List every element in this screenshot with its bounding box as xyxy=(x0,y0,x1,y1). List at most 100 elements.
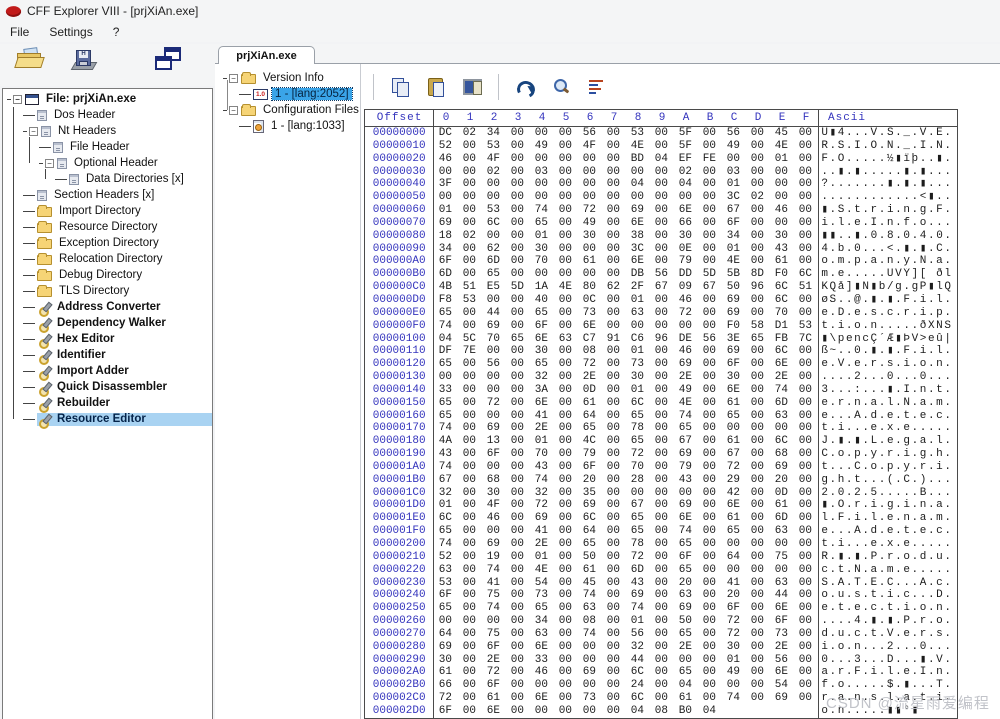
ascii-cell[interactable]: m.e.....ÛVÝ][ ðl xyxy=(818,268,957,281)
byte-cell[interactable]: 00 xyxy=(457,589,481,602)
byte-cell[interactable]: 01 xyxy=(769,153,793,166)
byte-cell[interactable]: 00 xyxy=(553,628,577,641)
byte-cell[interactable]: 61 xyxy=(673,692,697,705)
byte-cell[interactable]: 00 xyxy=(553,153,577,166)
byte-cell[interactable]: 63 xyxy=(577,602,601,615)
byte-cell[interactable]: 96 xyxy=(649,333,673,346)
byte-cell[interactable]: 6C xyxy=(625,692,649,705)
byte-cell[interactable]: 49 xyxy=(721,666,745,679)
byte-cell[interactable]: 00 xyxy=(601,705,625,718)
byte-cell[interactable]: 00 xyxy=(601,602,625,615)
byte-cell[interactable]: 19 xyxy=(481,551,505,564)
byte-cell[interactable]: 00 xyxy=(793,358,817,371)
byte-cell[interactable]: 00 xyxy=(697,294,721,307)
byte-cell[interactable]: 49 xyxy=(673,384,697,397)
byte-cell[interactable]: 00 xyxy=(793,422,817,435)
byte-cell[interactable]: 02 xyxy=(457,230,481,243)
byte-cell[interactable]: 00 xyxy=(697,140,721,153)
byte-cell[interactable]: 72 xyxy=(625,551,649,564)
byte-cell[interactable]: 00 xyxy=(745,499,769,512)
byte-cell[interactable]: 2E xyxy=(481,654,505,667)
byte-cell[interactable]: 61 xyxy=(769,255,793,268)
byte-cell[interactable]: 30 xyxy=(529,345,553,358)
byte-cell[interactable]: 00 xyxy=(649,243,673,256)
byte-cell[interactable]: 00 xyxy=(697,166,721,179)
byte-cell[interactable]: 00 xyxy=(697,255,721,268)
ascii-cell[interactable]: e.D.e.s.c.r.i.p. xyxy=(818,307,957,320)
byte-cell[interactable]: 00 xyxy=(457,217,481,230)
byte-cell[interactable]: 00 xyxy=(793,345,817,358)
byte-cell[interactable]: 7E xyxy=(457,345,481,358)
byte-cell[interactable]: 00 xyxy=(793,371,817,384)
byte-cell[interactable]: 43 xyxy=(625,577,649,590)
ascii-cell[interactable]: 4.b.0...<.▮.▮.C. xyxy=(818,243,957,256)
byte-cell[interactable]: 00 xyxy=(745,410,769,423)
byte-cell[interactable]: 51 xyxy=(457,281,481,294)
byte-cell[interactable]: 69 xyxy=(673,448,697,461)
byte-cell[interactable]: 4E xyxy=(721,255,745,268)
byte-cell[interactable]: 69 xyxy=(481,538,505,551)
byte-cell[interactable]: 00 xyxy=(457,692,481,705)
byte-cell[interactable]: 69 xyxy=(769,692,793,705)
byte-cell[interactable]: 00 xyxy=(793,564,817,577)
byte-cell[interactable]: 13 xyxy=(481,435,505,448)
byte-cell[interactable]: 00 xyxy=(505,294,529,307)
byte-cell[interactable]: 74 xyxy=(673,410,697,423)
byte-cell[interactable]: 69 xyxy=(673,499,697,512)
byte-cell[interactable]: 52 xyxy=(433,551,457,564)
byte-cell[interactable]: 46 xyxy=(673,294,697,307)
byte-cell[interactable]: 6E xyxy=(721,499,745,512)
byte-cell[interactable]: 00 xyxy=(505,166,529,179)
byte-cell[interactable]: 01 xyxy=(433,499,457,512)
byte-cell[interactable]: 00 xyxy=(793,255,817,268)
byte-cell[interactable]: 6E xyxy=(529,692,553,705)
byte-cell[interactable]: 01 xyxy=(625,384,649,397)
byte-cell[interactable]: 6C xyxy=(625,666,649,679)
byte-cell[interactable]: 6E xyxy=(625,217,649,230)
byte-cell[interactable]: 00 xyxy=(649,435,673,448)
byte-cell[interactable]: 00 xyxy=(793,666,817,679)
byte-cell[interactable]: 74 xyxy=(433,461,457,474)
byte-cell[interactable]: 52 xyxy=(433,140,457,153)
collapse-expander-icon[interactable]: − xyxy=(29,127,38,136)
byte-cell[interactable]: 54 xyxy=(529,577,553,590)
byte-cell[interactable]: 65 xyxy=(625,512,649,525)
byte-cell[interactable]: 62 xyxy=(481,243,505,256)
byte-cell[interactable]: 00 xyxy=(601,589,625,602)
ascii-cell[interactable]: ..▮.▮.....▮.▮... xyxy=(818,166,957,179)
redo-icon[interactable] xyxy=(515,77,535,97)
byte-cell[interactable]: 00 xyxy=(601,268,625,281)
byte-cell[interactable]: 00 xyxy=(601,153,625,166)
byte-cell[interactable]: 00 xyxy=(457,448,481,461)
byte-cell[interactable]: 6E xyxy=(529,641,553,654)
ascii-cell[interactable]: Ü▮4...V.S._.V.E. xyxy=(818,127,957,140)
byte-cell[interactable]: 00 xyxy=(697,307,721,320)
byte-cell[interactable]: 00 xyxy=(457,628,481,641)
byte-cell[interactable]: 00 xyxy=(505,307,529,320)
byte-cell[interactable]: 00 xyxy=(457,679,481,692)
byte-cell[interactable]: 00 xyxy=(793,191,817,204)
byte-cell[interactable]: 00 xyxy=(793,641,817,654)
byte-cell[interactable]: 00 xyxy=(649,166,673,179)
ascii-cell[interactable]: F.O.....½▮ïþ..▮. xyxy=(818,153,957,166)
byte-cell[interactable]: 6C xyxy=(577,512,601,525)
byte-cell[interactable]: 49 xyxy=(721,140,745,153)
byte-cell[interactable]: 00 xyxy=(529,178,553,191)
byte-cell[interactable]: 63 xyxy=(553,333,577,346)
byte-cell[interactable]: 00 xyxy=(769,538,793,551)
byte-cell[interactable]: 00 xyxy=(553,499,577,512)
byte-cell[interactable]: 3C xyxy=(625,243,649,256)
byte-cell[interactable]: 00 xyxy=(601,384,625,397)
byte-cell[interactable]: 00 xyxy=(601,641,625,654)
byte-cell[interactable]: 00 xyxy=(601,127,625,140)
byte-cell[interactable]: FE xyxy=(697,153,721,166)
byte-cell[interactable]: 00 xyxy=(457,705,481,718)
byte-cell[interactable]: 34 xyxy=(529,615,553,628)
byte-cell[interactable]: 00 xyxy=(697,191,721,204)
byte-cell[interactable]: 4C xyxy=(577,435,601,448)
byte-cell[interactable]: 79 xyxy=(673,255,697,268)
byte-cell[interactable]: 34 xyxy=(721,230,745,243)
byte-cell[interactable]: 00 xyxy=(553,307,577,320)
byte-cell[interactable]: 30 xyxy=(529,243,553,256)
tree-item-import-directory[interactable]: Import Directory xyxy=(3,203,212,219)
